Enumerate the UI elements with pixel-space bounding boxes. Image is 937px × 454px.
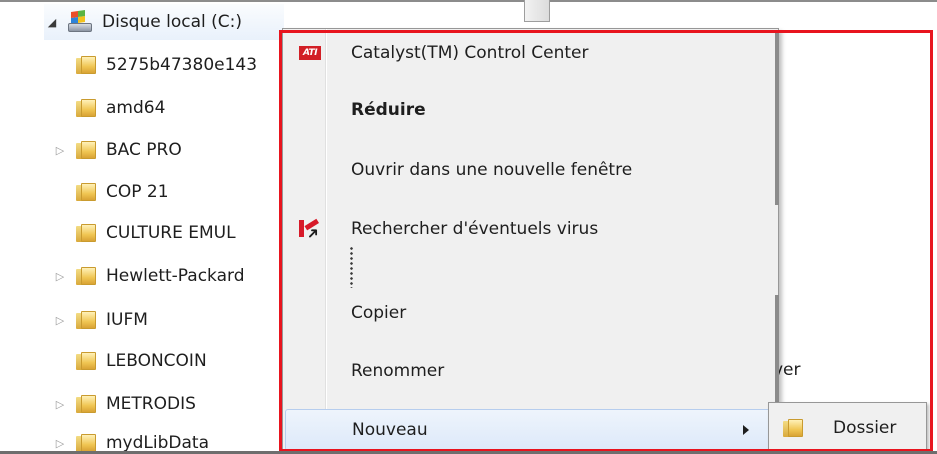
tree-item-label: Hewlett-Packard (106, 266, 245, 286)
folder-icon (76, 311, 96, 329)
folder-icon (76, 183, 96, 201)
tree-item-label: COP 21 (106, 182, 169, 202)
explorer-screenshot: ◢ Disque local (C:) 5275b47380e143 amd64… (0, 0, 937, 454)
tree-item-label: Disque local (C:) (102, 12, 242, 32)
tree-item[interactable]: COP 21 (52, 174, 169, 210)
scrollbar-track[interactable] (775, 33, 779, 205)
tree-item-label: mydLibData (106, 433, 209, 453)
tree-item-label: LEBONCOIN (106, 351, 207, 371)
expand-arrow-icon[interactable]: ▷ (52, 398, 68, 411)
folder-icon (76, 141, 96, 159)
folder-icon (76, 267, 96, 285)
menu-item-catalyst-control-center[interactable]: ATI Catalyst(TM) Control Center (285, 33, 776, 73)
folder-icon (76, 224, 96, 242)
submenu-item-folder[interactable]: Dossier (771, 405, 924, 451)
collapse-arrow-icon[interactable]: ◢ (44, 16, 60, 29)
folder-icon (76, 352, 96, 370)
menu-item-open-new-window[interactable]: Ouvrir dans une nouvelle fenêtre (285, 150, 776, 190)
folder-icon (76, 99, 96, 117)
omitted-items-ellipsis (350, 246, 353, 288)
tree-item-label: amd64 (106, 98, 166, 118)
tree-item[interactable]: CULTURE EMUL (52, 215, 236, 251)
expand-arrow-icon[interactable]: ▷ (52, 270, 68, 283)
folder-icon (76, 56, 96, 74)
ati-icon: ATI (299, 46, 321, 60)
folder-icon (76, 434, 96, 452)
menu-item-rename[interactable]: Renommer (285, 351, 776, 391)
menu-item-new[interactable]: Nouveau (285, 409, 776, 451)
tree-item[interactable]: ▷ IUFM (52, 302, 148, 338)
kaspersky-icon: ➜ (299, 218, 324, 244)
tree-item-drive-c[interactable]: ◢ Disque local (C:) (44, 4, 284, 40)
expand-arrow-icon[interactable]: ▷ (52, 437, 68, 450)
expand-arrow-icon[interactable]: ▷ (52, 144, 68, 157)
tree-item[interactable]: amd64 (52, 90, 165, 126)
tree-item[interactable]: ▷ mydLibData (52, 425, 209, 454)
tree-item-label: BAC PRO (106, 140, 182, 160)
scrollbar-thumb[interactable] (524, 0, 550, 22)
hard-drive-icon (68, 10, 92, 33)
tree-item-label: 5275b47380e143 (106, 55, 258, 75)
frame-top-border (0, 0, 937, 2)
tree-item-label: CULTURE EMUL (106, 223, 236, 243)
tree-item[interactable]: LEBONCOIN (52, 343, 207, 379)
tree-item[interactable]: ▷ Hewlett-Packard (52, 258, 245, 294)
folder-icon (783, 419, 803, 437)
menu-item-collapse[interactable]: Réduire (285, 90, 776, 130)
menu-item-scan-viruses[interactable]: ➜ Rechercher d'éventuels virus (285, 209, 776, 249)
tree-item[interactable]: ▷ BAC PRO (52, 132, 182, 168)
expand-arrow-icon[interactable]: ▷ (52, 314, 68, 327)
new-submenu: Dossier (768, 402, 927, 454)
tree-item-label: IUFM (106, 310, 148, 330)
scrollbar-track[interactable] (775, 295, 779, 415)
tree-item-label: METRODIS (106, 394, 196, 414)
tree-item[interactable]: 5275b47380e143 (52, 47, 257, 83)
folder-icon (76, 395, 96, 413)
menu-item-copy[interactable]: Copier (285, 293, 776, 333)
tree-item[interactable]: ▷ METRODIS (52, 386, 196, 422)
submenu-arrow-icon (743, 425, 749, 435)
context-menu: ATI Catalyst(TM) Control Center Réduire … (282, 28, 779, 454)
